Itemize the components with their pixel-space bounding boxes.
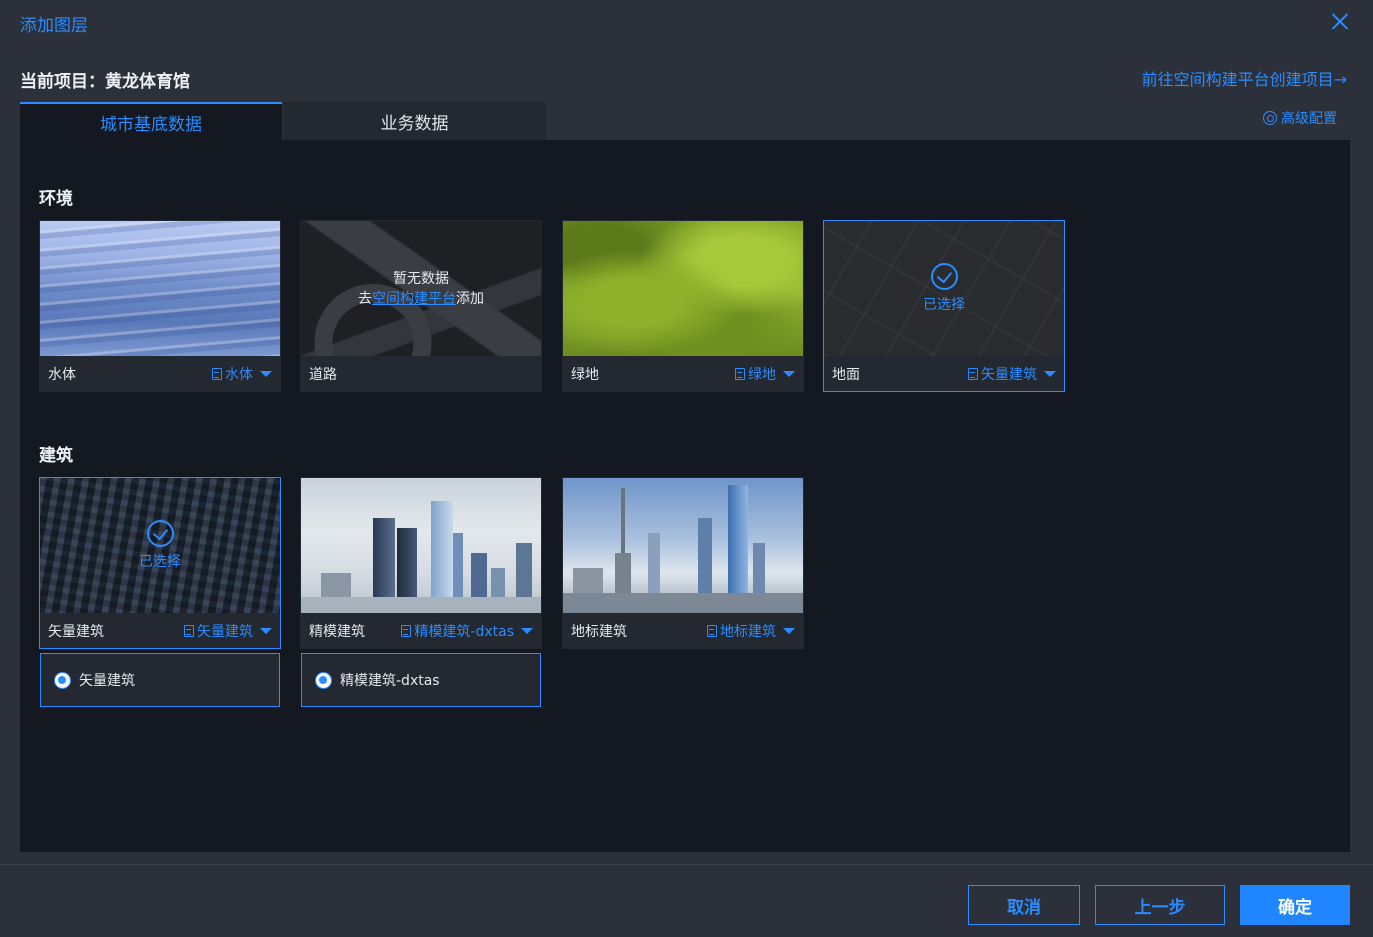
radio-checked-icon[interactable] xyxy=(54,671,71,689)
card-footer: 道路 xyxy=(301,356,541,392)
empty-overlay: 暂无数据 去空间构建平台添加 xyxy=(301,221,541,356)
section-title-environment: 环境 xyxy=(39,189,73,209)
content-panel: 环境 水体 水体 暂无数据 去空间构建平台添加 道路 绿地 绿地 已选择 地面 … xyxy=(20,140,1350,852)
advanced-config-label: 高级配置 xyxy=(1281,111,1337,127)
chevron-down-icon xyxy=(1044,371,1056,377)
source-dropdown[interactable]: 矢量建筑 xyxy=(184,621,272,641)
card-name: 绿地 xyxy=(571,367,599,383)
section-title-buildings: 建筑 xyxy=(39,446,73,466)
platform-link[interactable]: 空间构建平台 xyxy=(372,291,456,307)
prev-step-button[interactable]: 上一步 xyxy=(1095,885,1225,925)
card-name: 水体 xyxy=(48,367,76,383)
card-landmark-building[interactable]: 地标建筑 地标建筑 xyxy=(562,477,804,649)
green-thumbnail xyxy=(563,221,803,356)
option-label: 精模建筑-dxtas xyxy=(340,673,440,689)
current-project: 当前项目：黄龙体育馆 xyxy=(20,72,190,92)
card-vector-building[interactable]: 已选择 矢量建筑 矢量建筑 xyxy=(39,477,281,649)
empty-line2: 去空间构建平台添加 xyxy=(358,290,484,307)
card-ground[interactable]: 已选择 地面 矢量建筑 xyxy=(823,220,1065,392)
card-fine-building[interactable]: 精模建筑 精模建筑-dxtas xyxy=(300,477,542,649)
card-green[interactable]: 绿地 绿地 xyxy=(562,220,804,392)
tab-business-data[interactable]: 业务数据 xyxy=(283,102,546,140)
landmark-building-thumbnail xyxy=(563,478,803,613)
card-footer: 精模建筑 精模建筑-dxtas xyxy=(301,613,541,649)
tab-bar: 城市基底数据 业务数据 xyxy=(20,102,546,140)
card-road: 暂无数据 去空间构建平台添加 道路 xyxy=(300,220,542,392)
document-icon xyxy=(968,368,978,380)
selected-label: 已选择 xyxy=(139,554,181,570)
chevron-down-icon xyxy=(260,371,272,377)
source-label: 地标建筑 xyxy=(720,624,776,640)
source-dropdown[interactable]: 绿地 xyxy=(735,364,795,384)
empty-line1: 暂无数据 xyxy=(393,270,449,287)
card-footer: 水体 水体 xyxy=(40,356,280,392)
dialog-title: 添加图层 xyxy=(20,16,88,36)
check-circle-icon xyxy=(930,263,958,290)
source-label: 矢量建筑 xyxy=(197,624,253,640)
selected-overlay: 已选择 xyxy=(824,221,1064,356)
goto-platform-link[interactable]: 前往空间构建平台创建项目→ xyxy=(1142,66,1347,90)
source-label: 精模建筑-dxtas xyxy=(414,624,514,640)
card-footer: 绿地 绿地 xyxy=(563,356,803,392)
confirm-button[interactable]: 确定 xyxy=(1240,885,1350,925)
chevron-down-icon xyxy=(783,371,795,377)
radio-checked-icon[interactable] xyxy=(315,671,332,689)
document-icon xyxy=(212,368,222,380)
card-footer: 地标建筑 地标建筑 xyxy=(563,613,803,649)
selected-label: 已选择 xyxy=(923,297,965,313)
card-name: 道路 xyxy=(309,367,337,383)
card-footer: 矢量建筑 矢量建筑 xyxy=(40,613,280,649)
source-dropdown[interactable]: 地标建筑 xyxy=(707,621,795,641)
chevron-down-icon xyxy=(521,628,533,634)
card-name: 精模建筑 xyxy=(309,624,365,640)
selected-overlay: 已选择 xyxy=(40,478,280,613)
footer-divider xyxy=(0,864,1373,865)
document-icon xyxy=(401,625,412,637)
tab-city-base-data[interactable]: 城市基底数据 xyxy=(20,102,282,140)
card-name: 地标建筑 xyxy=(571,624,627,640)
option-vector-building[interactable]: 矢量建筑 xyxy=(40,653,280,707)
option-label: 矢量建筑 xyxy=(79,673,135,689)
document-icon xyxy=(184,625,194,637)
water-thumbnail xyxy=(40,221,280,356)
fine-building-thumbnail xyxy=(301,478,541,613)
card-footer: 地面 矢量建筑 xyxy=(824,356,1064,392)
source-label: 水体 xyxy=(225,367,253,383)
cancel-button[interactable]: 取消 xyxy=(968,885,1080,925)
option-fine-building[interactable]: 精模建筑-dxtas xyxy=(301,653,541,707)
source-label: 绿地 xyxy=(748,367,776,383)
card-water[interactable]: 水体 水体 xyxy=(39,220,281,392)
document-icon xyxy=(735,368,745,380)
source-dropdown[interactable]: 精模建筑-dxtas xyxy=(401,621,533,641)
card-name: 地面 xyxy=(832,367,860,383)
source-dropdown[interactable]: 矢量建筑 xyxy=(968,364,1056,384)
close-icon[interactable] xyxy=(1326,8,1354,36)
chevron-down-icon xyxy=(260,628,272,634)
check-circle-icon xyxy=(146,520,174,547)
gear-icon xyxy=(1263,111,1277,125)
card-name: 矢量建筑 xyxy=(48,624,104,640)
document-icon xyxy=(707,625,717,637)
source-dropdown[interactable]: 水体 xyxy=(212,364,272,384)
chevron-down-icon xyxy=(783,628,795,634)
source-label: 矢量建筑 xyxy=(981,367,1037,383)
advanced-config-button[interactable]: 高级配置 xyxy=(1263,108,1337,128)
